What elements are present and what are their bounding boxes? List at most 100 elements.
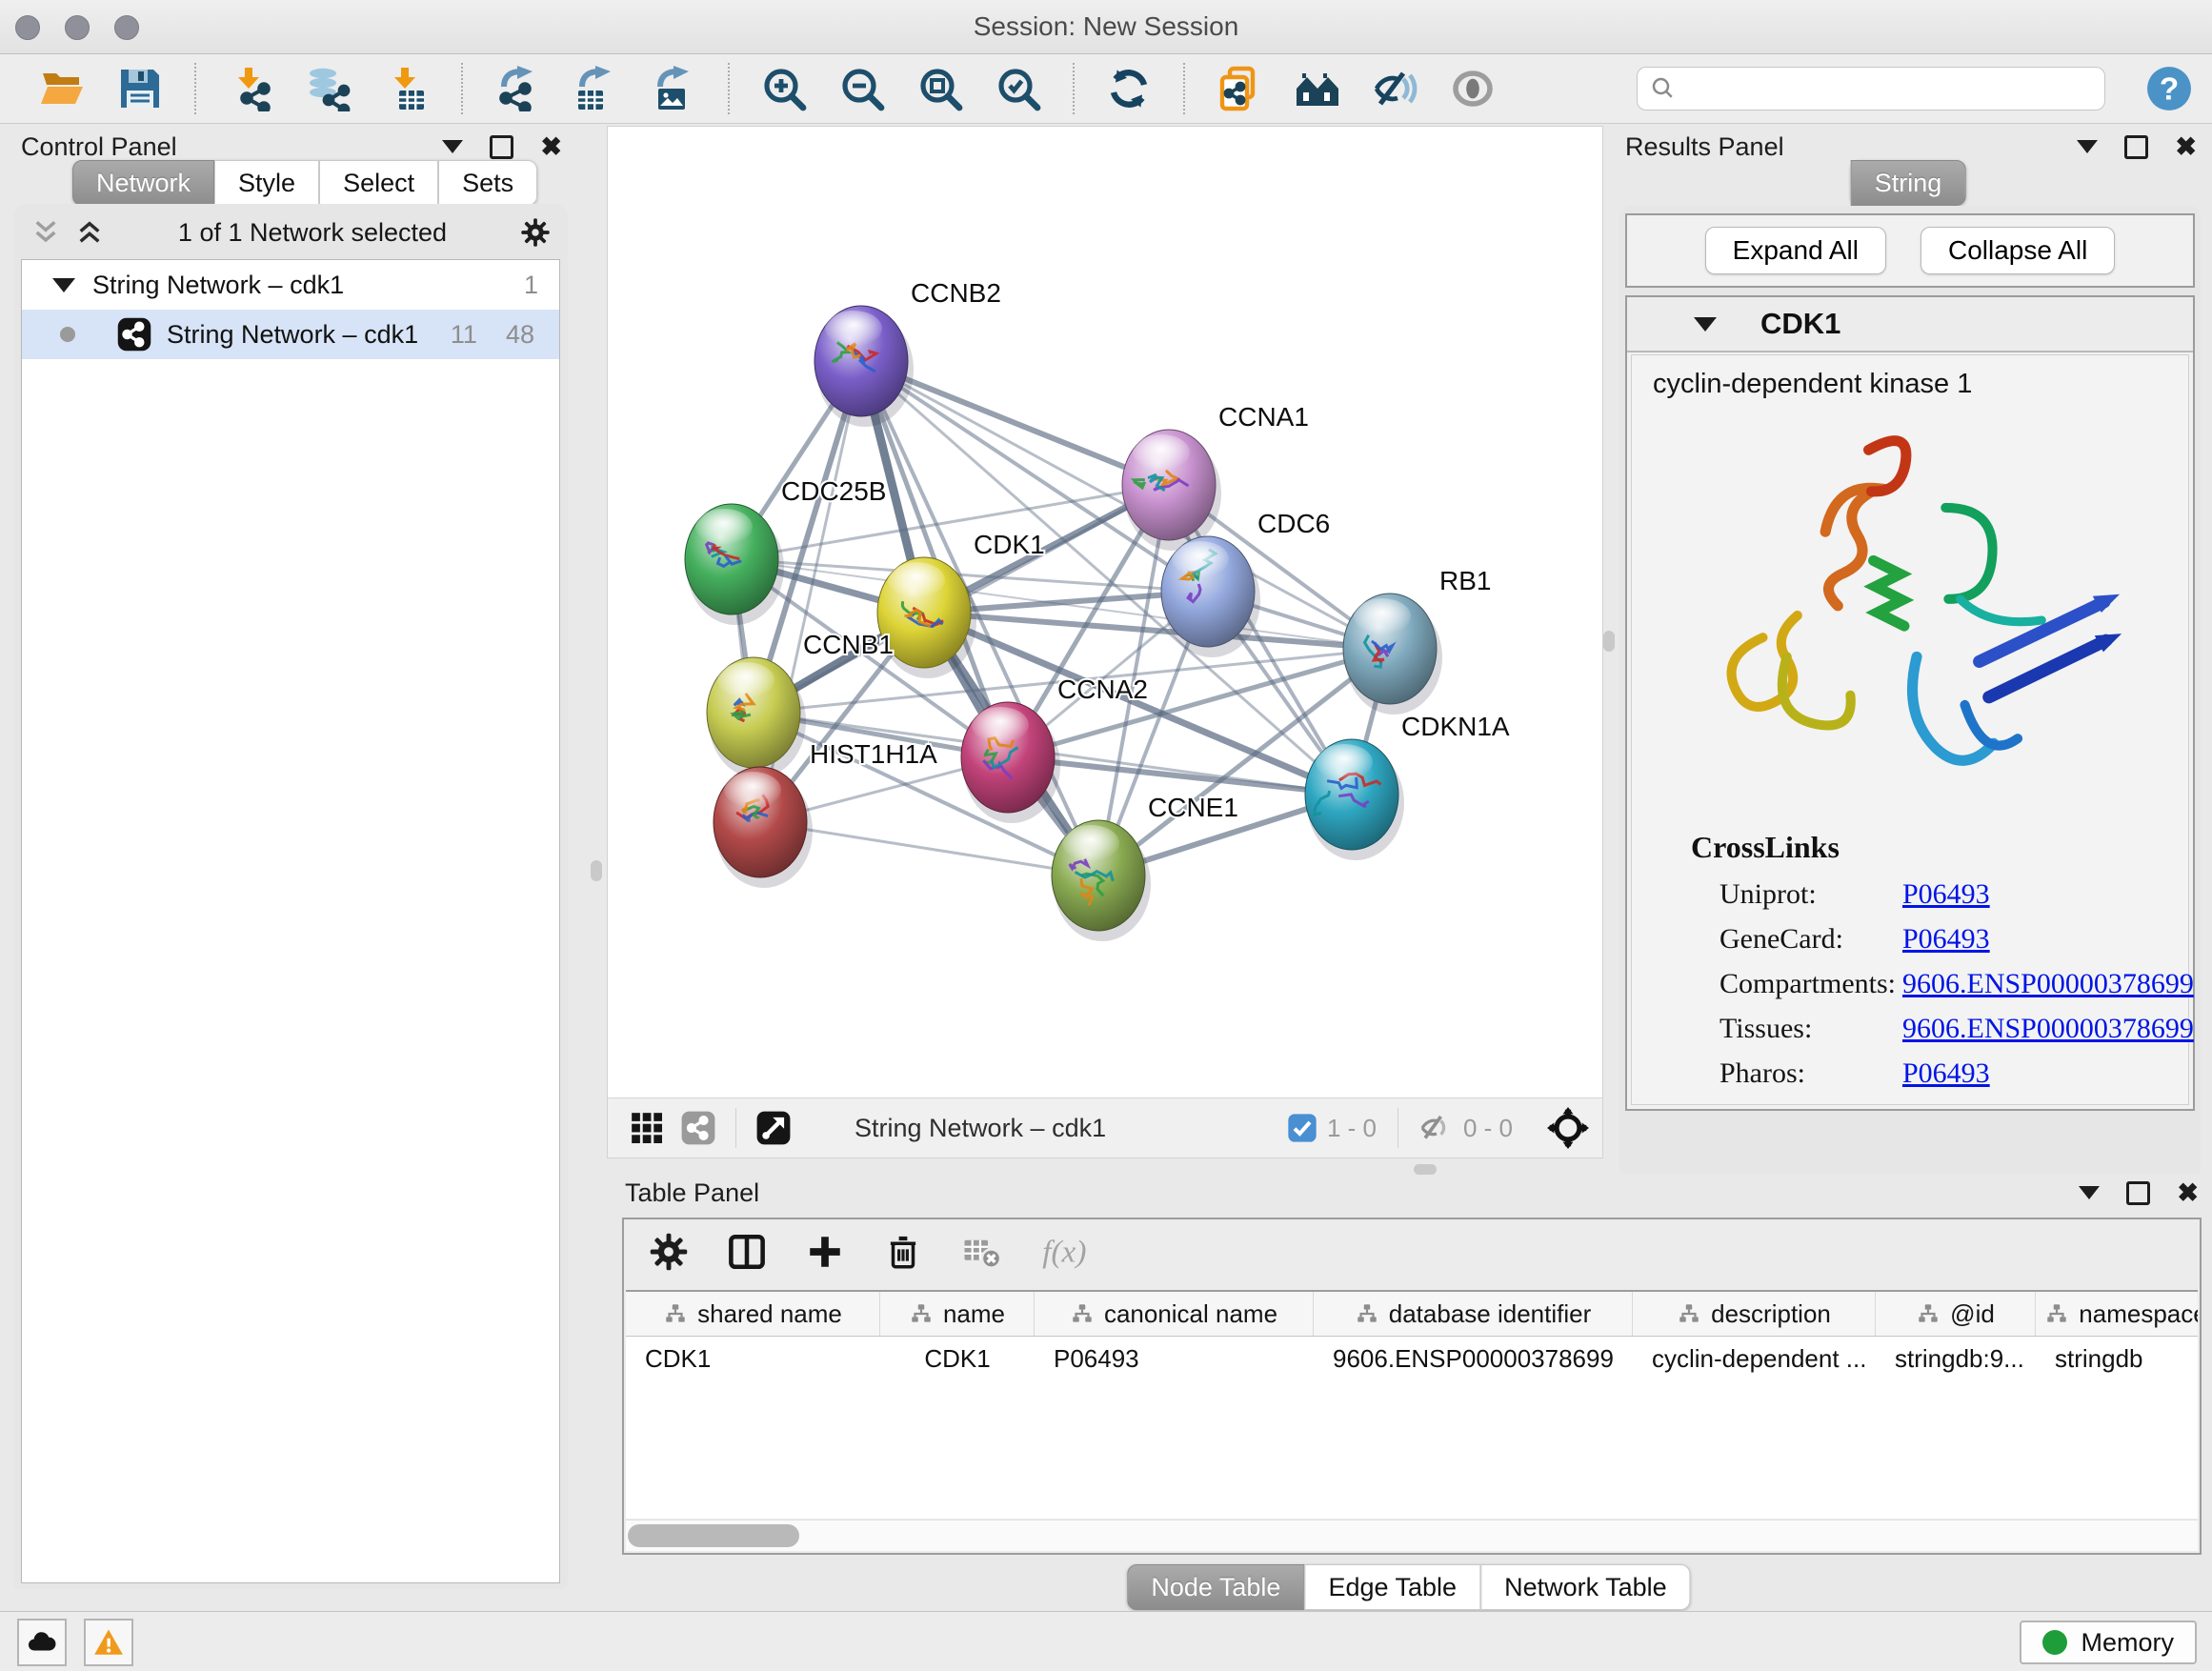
crosslink-value-link[interactable]: P06493 bbox=[1902, 878, 1990, 911]
close-panel-icon[interactable]: ✖ bbox=[540, 134, 562, 160]
column-header-database-identifier[interactable]: database identifier bbox=[1314, 1292, 1633, 1336]
crosslink-value-link[interactable]: P06493 bbox=[1902, 923, 1990, 956]
copy-style-button[interactable] bbox=[1215, 64, 1264, 113]
crosslink-value-link[interactable]: 9606.ENSP00000378699 bbox=[1902, 1013, 2194, 1045]
cloud-status-button[interactable] bbox=[17, 1619, 67, 1666]
column-header-namespace[interactable]: namespace bbox=[2036, 1292, 2198, 1336]
expand-all-button[interactable]: Expand All bbox=[1705, 227, 1886, 274]
network-node-CCNE1[interactable]: CCNE1 bbox=[1052, 793, 1238, 941]
node-label-CCNA2: CCNA2 bbox=[1057, 674, 1148, 704]
show-panel-button[interactable] bbox=[1449, 64, 1498, 113]
tab-select[interactable]: Select bbox=[319, 160, 438, 206]
tab-network[interactable]: Network bbox=[72, 160, 214, 206]
control-panel: Control Panel ✖ Network Style Select Set… bbox=[6, 126, 572, 1593]
memory-button[interactable]: Memory bbox=[2020, 1621, 2197, 1664]
network-canvas[interactable]: CCNB2CCNA1CDC25BCDK1CDC6RB1CCNB1CCNA2CDK… bbox=[608, 127, 1602, 1098]
tab-string[interactable]: String bbox=[1851, 160, 1966, 206]
close-panel-icon[interactable]: ✖ bbox=[2177, 1180, 2199, 1206]
export-table-button[interactable] bbox=[571, 64, 620, 113]
horizontal-scrollbar[interactable] bbox=[626, 1520, 2198, 1551]
show-columns-button[interactable] bbox=[727, 1232, 767, 1277]
panel-menu-icon[interactable] bbox=[442, 140, 463, 153]
network-row-selected[interactable]: String Network – cdk1 11 48 bbox=[22, 310, 559, 359]
tab-network-table[interactable]: Network Table bbox=[1480, 1564, 1691, 1610]
home-view-button[interactable] bbox=[1293, 64, 1342, 113]
eye-slash-icon bbox=[1373, 66, 1418, 111]
tab-style[interactable]: Style bbox=[214, 160, 319, 206]
panel-menu-icon[interactable] bbox=[2077, 140, 2098, 153]
table-row[interactable]: CDK1CDK1P064939606.ENSP00000378699cyclin… bbox=[626, 1337, 2198, 1380]
delete-table-button[interactable] bbox=[961, 1232, 1001, 1277]
float-panel-icon[interactable] bbox=[2124, 135, 2148, 159]
column-header-description[interactable]: description bbox=[1633, 1292, 1876, 1336]
float-panel-icon[interactable] bbox=[490, 135, 513, 159]
import-table-from-file-button[interactable] bbox=[382, 64, 432, 113]
birdseye-view-button[interactable] bbox=[755, 1110, 792, 1146]
crosslink-label: GeneCard: bbox=[1719, 923, 1902, 956]
create-column-button[interactable] bbox=[805, 1232, 845, 1277]
horizontal-splitter-handle[interactable] bbox=[1414, 1164, 1437, 1175]
network-selection-status: 1 of 1 Network selected bbox=[105, 218, 520, 248]
network-collection-row[interactable]: String Network – cdk1 1 bbox=[22, 260, 559, 310]
tab-edge-table[interactable]: Edge Table bbox=[1304, 1564, 1480, 1610]
tab-sets[interactable]: Sets bbox=[438, 160, 537, 206]
zoom-fit-button[interactable] bbox=[915, 64, 965, 113]
tab-node-table[interactable]: Node Table bbox=[1127, 1564, 1304, 1610]
table-cell: stringdb bbox=[2036, 1337, 2198, 1380]
import-network-from-database-button[interactable] bbox=[304, 64, 353, 113]
open-folder-icon bbox=[39, 66, 85, 111]
table-cell: cyclin-dependent ... bbox=[1633, 1337, 1876, 1380]
column-header-shared-name[interactable]: shared name bbox=[626, 1292, 880, 1336]
pan-crosshair-icon[interactable] bbox=[1547, 1107, 1589, 1149]
warnings-button[interactable] bbox=[84, 1619, 133, 1666]
float-panel-icon[interactable] bbox=[2126, 1181, 2150, 1205]
hidden-eye-slash-icon[interactable] bbox=[1419, 1111, 1454, 1145]
zoom-in-button[interactable] bbox=[759, 64, 809, 113]
svg-text:f(x): f(x) bbox=[1042, 1234, 1086, 1269]
panel-menu-icon[interactable] bbox=[2079, 1186, 2100, 1199]
protein-section-header[interactable]: CDK1 bbox=[1627, 297, 2193, 352]
export-network-button[interactable] bbox=[493, 64, 542, 113]
share-view-button[interactable] bbox=[680, 1110, 716, 1146]
node-label-CDC25B: CDC25B bbox=[781, 476, 886, 506]
search-input[interactable] bbox=[1678, 73, 2081, 105]
main-toolbar: ? bbox=[0, 54, 2212, 124]
close-panel-icon[interactable]: ✖ bbox=[2175, 134, 2197, 160]
grid-view-button[interactable] bbox=[629, 1110, 665, 1146]
help-button[interactable]: ? bbox=[2145, 65, 2193, 112]
expand-all-networks-icon[interactable] bbox=[74, 217, 105, 248]
function-builder-button[interactable]: f(x) bbox=[1039, 1232, 1102, 1277]
zoom-out-button[interactable] bbox=[837, 64, 887, 113]
column-header-canonical-name[interactable]: canonical name bbox=[1035, 1292, 1314, 1336]
network-tree: String Network – cdk1 1 String Network –… bbox=[21, 259, 560, 1583]
column-header--id[interactable]: @id bbox=[1876, 1292, 2036, 1336]
collapse-all-networks-icon[interactable] bbox=[30, 217, 61, 248]
network-options-gear-icon[interactable] bbox=[520, 217, 551, 248]
eye-icon bbox=[1451, 66, 1497, 111]
collapse-all-button[interactable]: Collapse All bbox=[1920, 227, 2115, 274]
network-node-CDKN1A[interactable]: CDKN1A bbox=[1305, 712, 1510, 860]
open-session-button[interactable] bbox=[37, 64, 87, 113]
collection-expand-icon[interactable] bbox=[52, 278, 75, 292]
floppy-disk-icon bbox=[117, 66, 163, 111]
column-header-name[interactable]: name bbox=[880, 1292, 1035, 1336]
left-splitter-handle[interactable] bbox=[591, 860, 602, 881]
table-settings-button[interactable] bbox=[649, 1232, 689, 1277]
import-network-from-file-button[interactable] bbox=[226, 64, 275, 113]
save-session-button[interactable] bbox=[115, 64, 165, 113]
crosslink-value-link[interactable]: P06493 bbox=[1902, 1057, 1990, 1090]
scrollbar-thumb[interactable] bbox=[628, 1524, 799, 1547]
network-view-title: String Network – cdk1 bbox=[855, 1114, 1106, 1143]
crosslink-value-link[interactable]: 9606.ENSP00000378699 bbox=[1902, 968, 2194, 1000]
network-node-RB1[interactable]: RB1 bbox=[1343, 566, 1491, 715]
delete-column-button[interactable] bbox=[883, 1232, 923, 1277]
network-edges bbox=[732, 361, 1390, 876]
search-field bbox=[1637, 67, 2105, 111]
selected-checkbox-icon[interactable] bbox=[1287, 1113, 1317, 1143]
hide-panels-button[interactable] bbox=[1371, 64, 1420, 113]
update-view-button[interactable] bbox=[1104, 64, 1154, 113]
collapse-section-icon[interactable] bbox=[1694, 317, 1717, 332]
node-label-CDKN1A: CDKN1A bbox=[1401, 712, 1510, 741]
export-image-button[interactable] bbox=[649, 64, 698, 113]
zoom-selected-button[interactable] bbox=[994, 64, 1043, 113]
